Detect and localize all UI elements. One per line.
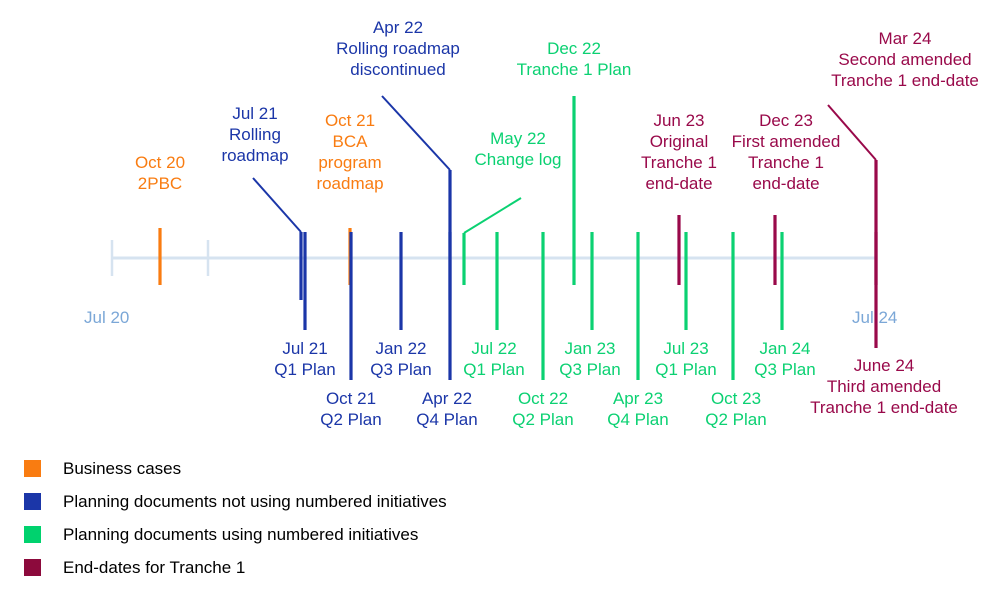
event-label-line: Tranche 1 end-date [831,71,979,90]
event-label-june-24-third-amended-tranche-1-end-date: June 24 Third amended Tranche 1 end-date [744,355,999,418]
legend-item-1[interactable]: Planning documents not using numbered in… [0,485,999,518]
axis-end-label: Jul 24 [852,308,898,327]
timeline-figure: Oct 20 2PBC Jul 21 Rolling roadmap Oct 21 BCA p… [0,0,999,605]
legend-item-3[interactable]: End-dates for Tranche 1 [0,551,999,584]
event-label-line: Apr 22 [372,18,424,37]
legend-label: Planning documents using numbered initia… [63,524,419,544]
event-label-dec-22-tranche-1-plan: Dec 22 Tranche 1 Plan [434,38,714,80]
event-label-line: Dec 23 [759,111,813,130]
legend-label: Planning documents not using numbered in… [63,491,447,511]
legend-swatch-icon [24,460,41,477]
event-label-line: Dec 22 [547,39,601,58]
event-label-line: roadmap [316,174,384,193]
event-label-line: June 24 [853,356,915,375]
legend-label: Business cases [63,458,182,478]
event-label-line: Tranche 1 Plan [516,60,632,79]
event-label-line: end-date [752,174,820,193]
event-label-line: Tranche 1 end-date [810,398,958,417]
timeline-axis [110,240,877,276]
legend-swatch-icon [24,526,41,543]
legend-label: End-dates for Tranche 1 [63,557,246,577]
event-label-line: First amended [731,132,841,151]
event-label-line: Third amended [826,377,942,396]
leader-line-may-22-change-log [463,197,522,234]
event-label-dec-23-first-amended-tranche-1-end-date: Dec 23 First amended Tranche 1 end-date [646,110,926,194]
event-label-line: Mar 24 [878,29,932,48]
legend-item-0[interactable]: Business cases [0,452,999,485]
legend: Business cases Planning documents not usi… [0,452,999,584]
legend-swatch-icon [24,493,41,510]
legend-swatch-icon [24,559,41,576]
event-label-line: Tranche 1 [748,153,824,172]
legend-item-2[interactable]: Planning documents using numbered initia… [0,518,999,551]
event-label-mar-24-second-amended-tranche-1-end-date: Mar 24 Second amended Tranche 1 end-date [765,28,999,91]
event-label-line: Second amended [838,50,972,69]
axis-start-label: Jul 20 [84,308,130,327]
